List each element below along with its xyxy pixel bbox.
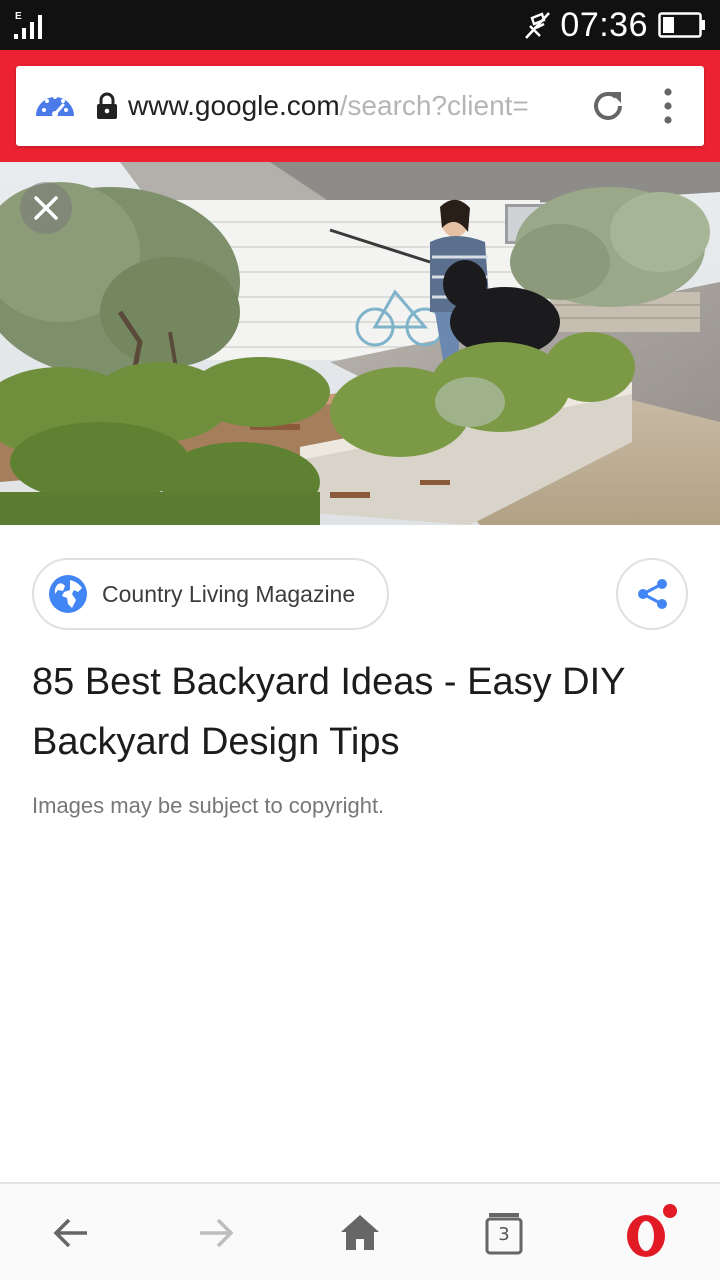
vibrate-off-icon — [525, 12, 551, 39]
browser-toolbar: www.google.com/search?client= — [0, 50, 720, 162]
source-site-chip[interactable]: Country Living Magazine — [32, 558, 389, 630]
result-image[interactable] — [0, 162, 720, 525]
reload-icon[interactable] — [590, 88, 626, 124]
back-arrow-icon[interactable] — [47, 1208, 97, 1258]
status-bar: E 07:36 — [0, 0, 720, 50]
result-title[interactable]: 85 Best Backyard Ideas - Easy DIY Backya… — [32, 652, 692, 772]
network-type-label: E — [15, 11, 22, 22]
clock-time: 07:36 — [560, 5, 648, 44]
backyard-garden-image — [0, 162, 720, 525]
url-host: www.google.com — [128, 90, 340, 121]
tab-count: 3 — [498, 1224, 510, 1245]
close-icon — [34, 196, 58, 220]
url-path: /search?client= — [339, 90, 529, 121]
status-right: 07:36 — [522, 6, 706, 44]
battery-icon — [658, 12, 705, 38]
url-text[interactable]: www.google.com/search?client= — [128, 86, 578, 126]
forward-arrow-icon[interactable] — [190, 1208, 240, 1258]
copyright-notice: Images may be subject to copyright. — [32, 793, 385, 818]
opera-icon[interactable] — [622, 1202, 678, 1262]
share-button[interactable] — [616, 558, 688, 630]
tabs-button[interactable]: 3 — [479, 1208, 529, 1258]
lock-icon — [97, 92, 117, 119]
address-bar[interactable]: www.google.com/search?client= — [16, 66, 704, 146]
bottom-navigation: 3 — [0, 1182, 720, 1280]
close-viewer-button[interactable] — [20, 182, 72, 234]
globe-icon — [49, 575, 87, 613]
share-icon — [638, 579, 667, 609]
home-icon[interactable] — [335, 1208, 385, 1258]
source-site-name: Country Living Magazine — [102, 581, 356, 607]
speed-dial-icon[interactable] — [34, 86, 76, 128]
signal-strength-icon: E — [14, 11, 42, 39]
overflow-menu-icon[interactable] — [656, 86, 680, 126]
